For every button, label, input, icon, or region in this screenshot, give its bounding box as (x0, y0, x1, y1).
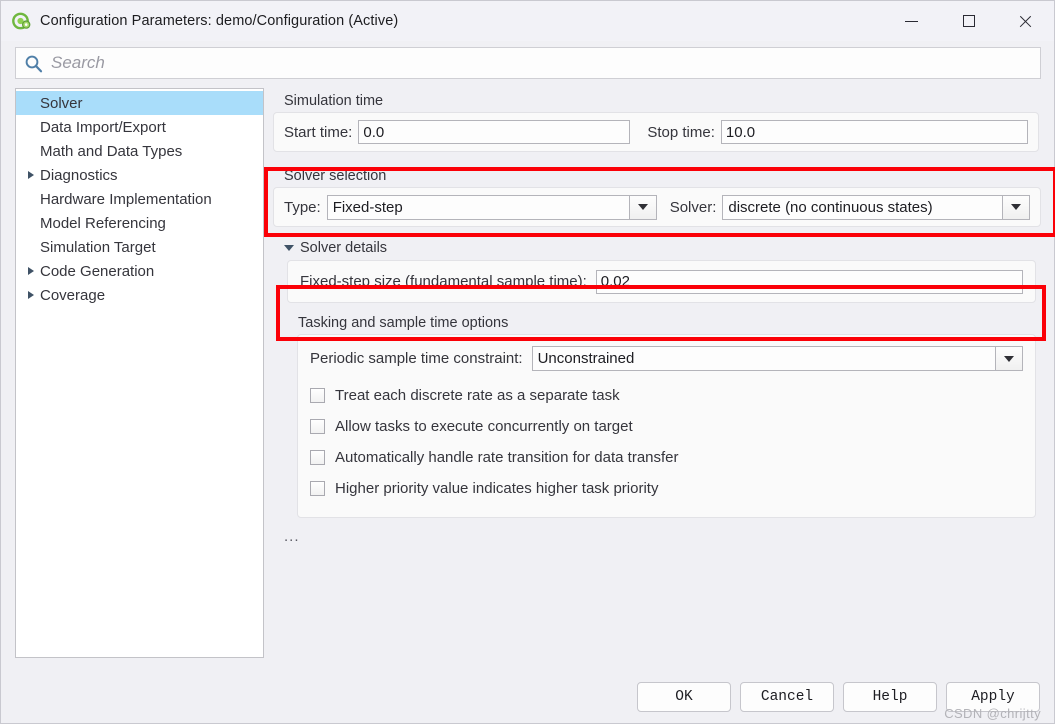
checkbox-row-higher-priority[interactable]: Higher priority value indicates higher t… (310, 473, 1023, 504)
checkbox-rate-transition[interactable] (310, 450, 325, 465)
checkbox-row-concurrent-execution[interactable]: Allow tasks to execute concurrently on t… (310, 411, 1023, 442)
checkbox-label: Treat each discrete rate as a separate t… (335, 387, 620, 404)
fixed-step-size-label: Fixed-step size (fundamental sample time… (300, 273, 587, 290)
solver-selection-group: Type: Fixed-step Solver: discrete (no co… (273, 187, 1041, 227)
sidebar-item-math-and-data-types[interactable]: Math and Data Types (16, 139, 263, 163)
solver-type-value: Fixed-step (332, 198, 403, 216)
search-input[interactable] (51, 53, 1032, 73)
chevron-down-icon[interactable] (628, 195, 656, 219)
ok-button[interactable]: OK (637, 682, 731, 712)
checkbox-separate-task[interactable] (310, 388, 325, 403)
sidebar-item-hardware-implementation[interactable]: Hardware Implementation (16, 187, 263, 211)
stop-time-input[interactable] (720, 120, 1028, 144)
checkbox-label: Allow tasks to execute concurrently on t… (335, 418, 633, 435)
window-title: Configuration Parameters: demo/Configura… (40, 13, 399, 29)
sidebar-item-label: Hardware Implementation (40, 190, 212, 208)
tasking-options-title: Tasking and sample time options (298, 315, 509, 331)
simulation-time-title: Simulation time (284, 93, 384, 109)
overflow-indicator: ... (284, 528, 300, 545)
settings-pane: Simulation time Start time: Stop time: S… (264, 88, 1055, 671)
maximize-icon (962, 15, 975, 27)
fixed-step-size-group: Fixed-step size (fundamental sample time… (287, 260, 1036, 303)
expand-arrow-icon[interactable] (22, 267, 40, 275)
sidebar-item-label: Data Import/Export (40, 118, 166, 136)
minimize-button[interactable] (883, 1, 940, 41)
solver-label: Solver: (669, 198, 717, 216)
sidebar-item-label: Math and Data Types (40, 142, 183, 160)
search-row (1, 41, 1054, 88)
sidebar-item-model-referencing[interactable]: Model Referencing (16, 211, 263, 235)
cancel-button[interactable]: Cancel (740, 682, 834, 712)
chevron-down-icon (284, 245, 294, 251)
checkbox-label: Automatically handle rate transition for… (335, 449, 679, 466)
sidebar-item-code-generation[interactable]: Code Generation (16, 259, 263, 283)
title-bar: Configuration Parameters: demo/Configura… (1, 1, 1054, 41)
search-icon (24, 54, 43, 73)
sidebar-item-label: Code Generation (40, 262, 155, 280)
configuration-parameters-window: Configuration Parameters: demo/Configura… (0, 0, 1055, 724)
fixed-step-size-input[interactable] (595, 269, 1023, 294)
expand-arrow-icon[interactable] (22, 291, 40, 299)
chevron-down-icon[interactable] (1002, 195, 1029, 219)
sidebar-item-label: Simulation Target (40, 238, 156, 256)
solver-dropdown[interactable]: discrete (no continuous states) (722, 194, 1030, 220)
sidebar-item-simulation-target[interactable]: Simulation Target (16, 235, 263, 259)
window-controls (883, 1, 1054, 41)
periodic-sample-time-row: Periodic sample time constraint: Unconst… (310, 346, 1023, 371)
sidebar-item-label: Coverage (40, 286, 106, 304)
periodic-sample-time-value: Unconstrained (537, 350, 635, 367)
solver-type-label: Type: (284, 198, 321, 216)
expand-arrow-icon[interactable] (22, 171, 40, 179)
checkbox-concurrent-execution[interactable] (310, 419, 325, 434)
sidebar-item-data-import-export[interactable]: Data Import/Export (16, 115, 263, 139)
stop-time-label: Stop time: (647, 123, 715, 141)
sidebar-item-label: Model Referencing (40, 214, 166, 232)
periodic-sample-time-label: Periodic sample time constraint: (310, 350, 523, 367)
solver-details-disclosure[interactable]: Solver details (284, 240, 1041, 256)
sidebar-item-label: Solver (40, 94, 83, 112)
dialog-footer: OK Cancel Help Apply CSDN @chrijtty (1, 671, 1054, 723)
periodic-sample-time-dropdown[interactable]: Unconstrained (531, 346, 1023, 371)
body-split: Solver Data Import/Export Math and Data … (1, 88, 1055, 671)
sidebar-item-label: Diagnostics (40, 166, 118, 184)
solver-selection-title: Solver selection (284, 168, 387, 184)
apply-button[interactable]: Apply (946, 682, 1040, 712)
checkbox-row-rate-transition[interactable]: Automatically handle rate transition for… (310, 442, 1023, 473)
close-button[interactable] (997, 1, 1054, 41)
simulink-logo-icon (11, 11, 31, 31)
start-time-input[interactable] (358, 120, 631, 144)
close-icon (1018, 14, 1033, 29)
category-tree[interactable]: Solver Data Import/Export Math and Data … (15, 88, 264, 658)
tasking-options-group: Periodic sample time constraint: Unconst… (297, 334, 1036, 518)
checkbox-row-separate-task[interactable]: Treat each discrete rate as a separate t… (310, 380, 1023, 411)
simulation-time-group: Start time: Stop time: (273, 112, 1039, 152)
solver-value: discrete (no continuous states) (728, 198, 933, 216)
maximize-button[interactable] (940, 1, 997, 41)
chevron-down-icon[interactable] (995, 347, 1022, 370)
sidebar-item-diagnostics[interactable]: Diagnostics (16, 163, 263, 187)
minimize-icon (905, 20, 918, 22)
checkbox-label: Higher priority value indicates higher t… (335, 480, 659, 497)
help-button[interactable]: Help (843, 682, 937, 712)
solver-type-dropdown[interactable]: Fixed-step (326, 194, 657, 220)
search-box[interactable] (15, 47, 1041, 79)
start-time-label: Start time: (284, 123, 353, 141)
sidebar-item-solver[interactable]: Solver (16, 91, 263, 115)
sidebar-item-coverage[interactable]: Coverage (16, 283, 263, 307)
solver-details-title: Solver details (300, 240, 388, 256)
checkbox-higher-priority[interactable] (310, 481, 325, 496)
